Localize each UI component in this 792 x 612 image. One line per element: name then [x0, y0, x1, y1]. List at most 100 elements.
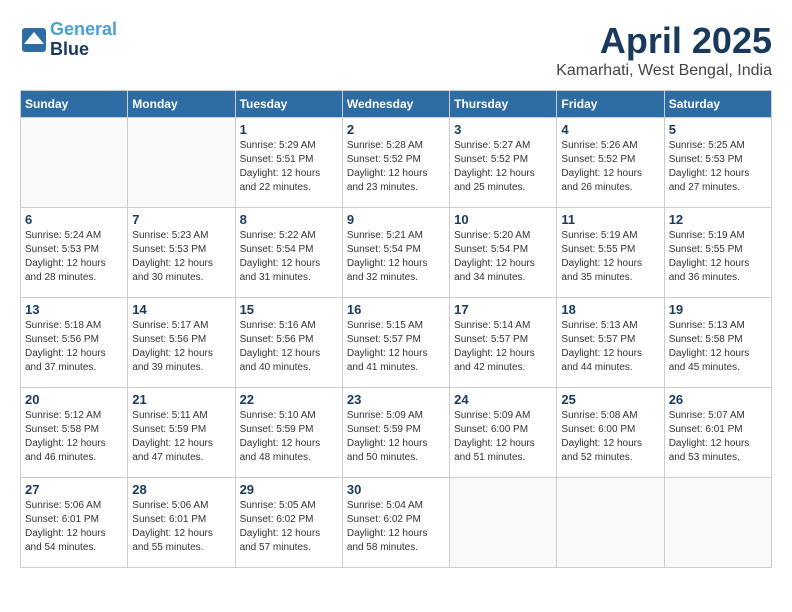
day-number: 1 [240, 122, 338, 137]
calendar-cell: 25 Sunrise: 5:08 AMSunset: 6:00 PMDaylig… [557, 388, 664, 478]
day-detail: Sunrise: 5:20 AMSunset: 5:54 PMDaylight:… [454, 229, 552, 285]
calendar-cell: 3 Sunrise: 5:27 AMSunset: 5:52 PMDayligh… [450, 118, 557, 208]
logo-icon [20, 26, 48, 54]
weekday-header: Saturday [664, 91, 771, 118]
day-detail: Sunrise: 5:18 AMSunset: 5:56 PMDaylight:… [25, 319, 123, 375]
calendar-cell: 18 Sunrise: 5:13 AMSunset: 5:57 PMDaylig… [557, 298, 664, 388]
calendar-cell: 15 Sunrise: 5:16 AMSunset: 5:56 PMDaylig… [235, 298, 342, 388]
header: General Blue April 2025 Kamarhati, West … [20, 20, 772, 80]
calendar-cell: 1 Sunrise: 5:29 AMSunset: 5:51 PMDayligh… [235, 118, 342, 208]
calendar-cell: 7 Sunrise: 5:23 AMSunset: 5:53 PMDayligh… [128, 208, 235, 298]
calendar-week-row: 13 Sunrise: 5:18 AMSunset: 5:56 PMDaylig… [21, 298, 772, 388]
day-detail: Sunrise: 5:24 AMSunset: 5:53 PMDaylight:… [25, 229, 123, 285]
day-detail: Sunrise: 5:04 AMSunset: 6:02 PMDaylight:… [347, 499, 445, 555]
day-detail: Sunrise: 5:07 AMSunset: 6:01 PMDaylight:… [669, 409, 767, 465]
month-title: April 2025 [556, 20, 772, 62]
day-number: 19 [669, 302, 767, 317]
calendar-cell [128, 118, 235, 208]
calendar-cell: 29 Sunrise: 5:05 AMSunset: 6:02 PMDaylig… [235, 478, 342, 568]
day-detail: Sunrise: 5:06 AMSunset: 6:01 PMDaylight:… [132, 499, 230, 555]
logo-text: General Blue [50, 20, 117, 60]
calendar-cell: 23 Sunrise: 5:09 AMSunset: 5:59 PMDaylig… [342, 388, 449, 478]
day-detail: Sunrise: 5:19 AMSunset: 5:55 PMDaylight:… [669, 229, 767, 285]
calendar-header-row: SundayMondayTuesdayWednesdayThursdayFrid… [21, 91, 772, 118]
location-subtitle: Kamarhati, West Bengal, India [556, 62, 772, 80]
calendar-cell [557, 478, 664, 568]
day-detail: Sunrise: 5:08 AMSunset: 6:00 PMDaylight:… [561, 409, 659, 465]
calendar-cell [450, 478, 557, 568]
day-number: 7 [132, 212, 230, 227]
day-number: 21 [132, 392, 230, 407]
weekday-header: Thursday [450, 91, 557, 118]
calendar-cell: 22 Sunrise: 5:10 AMSunset: 5:59 PMDaylig… [235, 388, 342, 478]
day-detail: Sunrise: 5:29 AMSunset: 5:51 PMDaylight:… [240, 139, 338, 195]
day-detail: Sunrise: 5:23 AMSunset: 5:53 PMDaylight:… [132, 229, 230, 285]
day-detail: Sunrise: 5:17 AMSunset: 5:56 PMDaylight:… [132, 319, 230, 375]
calendar-cell: 28 Sunrise: 5:06 AMSunset: 6:01 PMDaylig… [128, 478, 235, 568]
day-number: 14 [132, 302, 230, 317]
day-number: 28 [132, 482, 230, 497]
weekday-header: Monday [128, 91, 235, 118]
day-number: 11 [561, 212, 659, 227]
day-detail: Sunrise: 5:09 AMSunset: 5:59 PMDaylight:… [347, 409, 445, 465]
calendar-week-row: 27 Sunrise: 5:06 AMSunset: 6:01 PMDaylig… [21, 478, 772, 568]
day-number: 26 [669, 392, 767, 407]
day-detail: Sunrise: 5:19 AMSunset: 5:55 PMDaylight:… [561, 229, 659, 285]
day-number: 17 [454, 302, 552, 317]
day-number: 2 [347, 122, 445, 137]
logo: General Blue [20, 20, 117, 60]
day-detail: Sunrise: 5:11 AMSunset: 5:59 PMDaylight:… [132, 409, 230, 465]
calendar-cell: 4 Sunrise: 5:26 AMSunset: 5:52 PMDayligh… [557, 118, 664, 208]
calendar-cell: 26 Sunrise: 5:07 AMSunset: 6:01 PMDaylig… [664, 388, 771, 478]
weekday-header: Friday [557, 91, 664, 118]
day-number: 23 [347, 392, 445, 407]
day-number: 20 [25, 392, 123, 407]
calendar-cell: 8 Sunrise: 5:22 AMSunset: 5:54 PMDayligh… [235, 208, 342, 298]
day-detail: Sunrise: 5:25 AMSunset: 5:53 PMDaylight:… [669, 139, 767, 195]
day-number: 29 [240, 482, 338, 497]
day-number: 25 [561, 392, 659, 407]
day-number: 5 [669, 122, 767, 137]
day-detail: Sunrise: 5:14 AMSunset: 5:57 PMDaylight:… [454, 319, 552, 375]
day-number: 8 [240, 212, 338, 227]
day-detail: Sunrise: 5:22 AMSunset: 5:54 PMDaylight:… [240, 229, 338, 285]
weekday-header: Wednesday [342, 91, 449, 118]
day-number: 12 [669, 212, 767, 227]
calendar-table: SundayMondayTuesdayWednesdayThursdayFrid… [20, 90, 772, 568]
day-number: 27 [25, 482, 123, 497]
day-detail: Sunrise: 5:05 AMSunset: 6:02 PMDaylight:… [240, 499, 338, 555]
day-detail: Sunrise: 5:12 AMSunset: 5:58 PMDaylight:… [25, 409, 123, 465]
calendar-cell: 21 Sunrise: 5:11 AMSunset: 5:59 PMDaylig… [128, 388, 235, 478]
calendar-cell: 13 Sunrise: 5:18 AMSunset: 5:56 PMDaylig… [21, 298, 128, 388]
day-number: 22 [240, 392, 338, 407]
day-number: 30 [347, 482, 445, 497]
title-area: April 2025 Kamarhati, West Bengal, India [556, 20, 772, 80]
day-number: 18 [561, 302, 659, 317]
day-number: 4 [561, 122, 659, 137]
calendar-cell [21, 118, 128, 208]
calendar-cell: 5 Sunrise: 5:25 AMSunset: 5:53 PMDayligh… [664, 118, 771, 208]
calendar-cell: 20 Sunrise: 5:12 AMSunset: 5:58 PMDaylig… [21, 388, 128, 478]
day-detail: Sunrise: 5:06 AMSunset: 6:01 PMDaylight:… [25, 499, 123, 555]
day-detail: Sunrise: 5:26 AMSunset: 5:52 PMDaylight:… [561, 139, 659, 195]
calendar-cell: 16 Sunrise: 5:15 AMSunset: 5:57 PMDaylig… [342, 298, 449, 388]
day-number: 6 [25, 212, 123, 227]
day-detail: Sunrise: 5:15 AMSunset: 5:57 PMDaylight:… [347, 319, 445, 375]
day-detail: Sunrise: 5:21 AMSunset: 5:54 PMDaylight:… [347, 229, 445, 285]
calendar-week-row: 1 Sunrise: 5:29 AMSunset: 5:51 PMDayligh… [21, 118, 772, 208]
day-number: 3 [454, 122, 552, 137]
calendar-cell: 27 Sunrise: 5:06 AMSunset: 6:01 PMDaylig… [21, 478, 128, 568]
calendar-cell: 17 Sunrise: 5:14 AMSunset: 5:57 PMDaylig… [450, 298, 557, 388]
day-detail: Sunrise: 5:27 AMSunset: 5:52 PMDaylight:… [454, 139, 552, 195]
day-detail: Sunrise: 5:13 AMSunset: 5:58 PMDaylight:… [669, 319, 767, 375]
day-number: 10 [454, 212, 552, 227]
day-number: 15 [240, 302, 338, 317]
calendar-cell: 10 Sunrise: 5:20 AMSunset: 5:54 PMDaylig… [450, 208, 557, 298]
calendar-cell: 11 Sunrise: 5:19 AMSunset: 5:55 PMDaylig… [557, 208, 664, 298]
calendar-cell: 19 Sunrise: 5:13 AMSunset: 5:58 PMDaylig… [664, 298, 771, 388]
day-number: 24 [454, 392, 552, 407]
calendar-week-row: 20 Sunrise: 5:12 AMSunset: 5:58 PMDaylig… [21, 388, 772, 478]
calendar-cell [664, 478, 771, 568]
day-detail: Sunrise: 5:13 AMSunset: 5:57 PMDaylight:… [561, 319, 659, 375]
day-number: 16 [347, 302, 445, 317]
